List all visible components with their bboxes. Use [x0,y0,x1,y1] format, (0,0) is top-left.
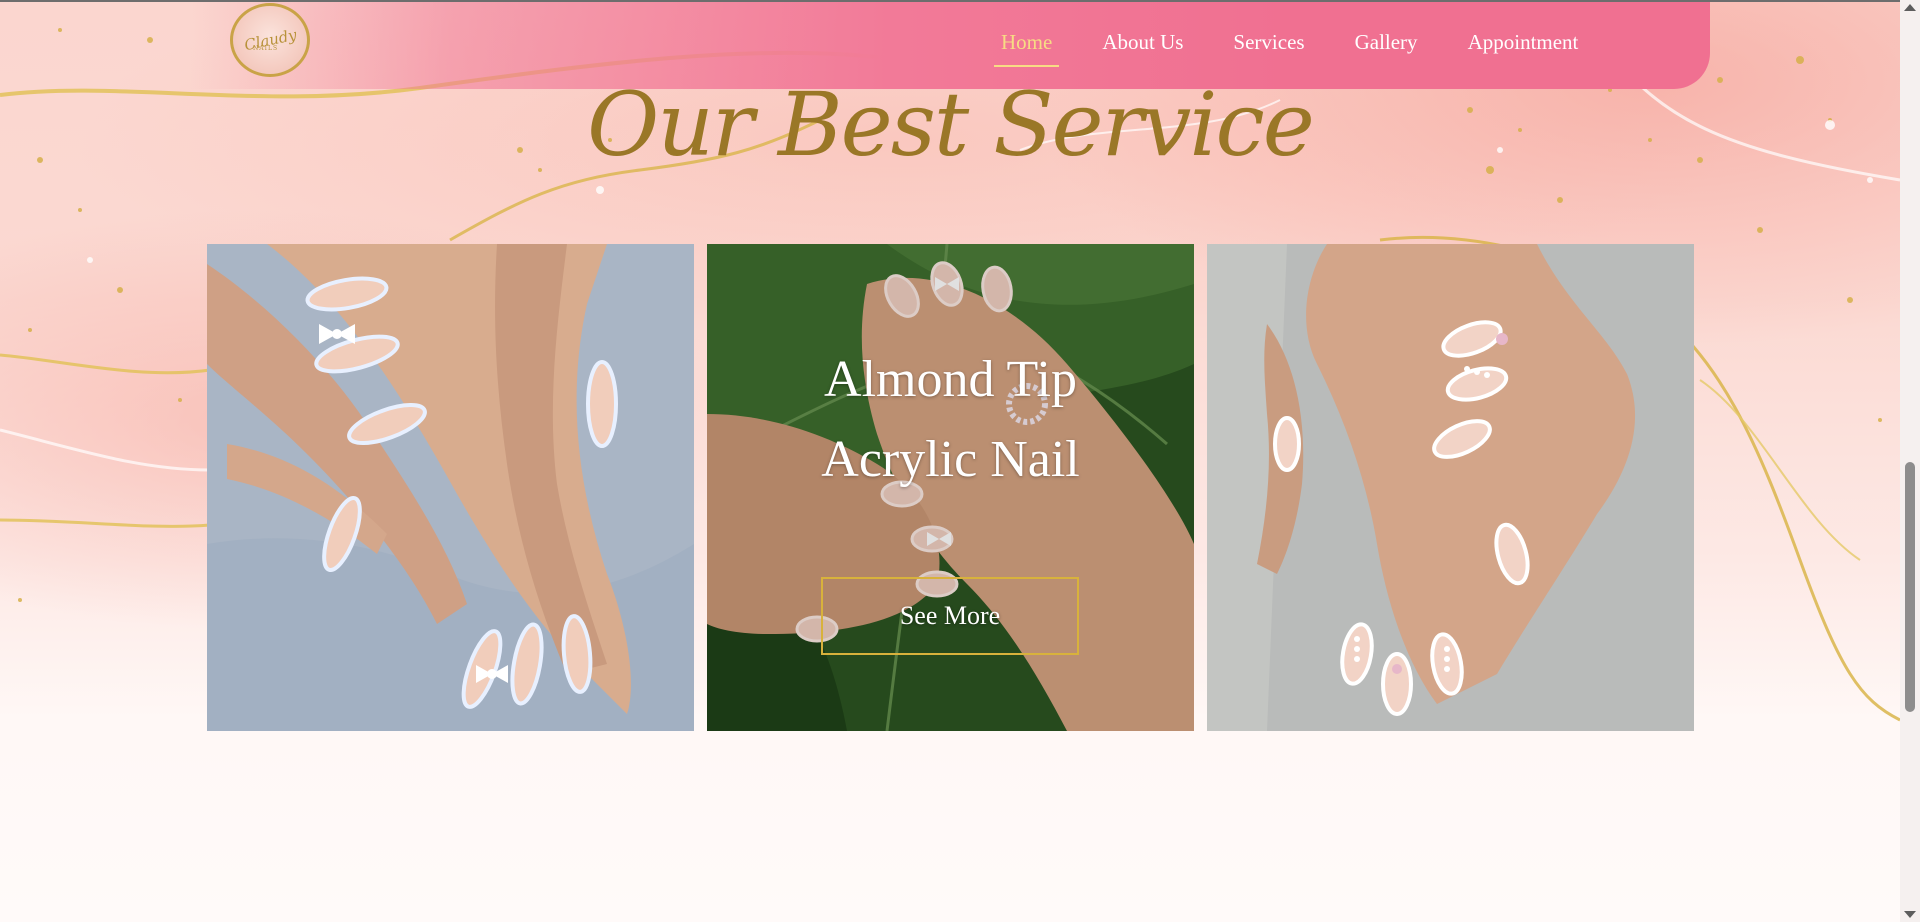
main-nav: Home About Us Services Gallery Appointme… [990,26,1617,67]
page-scrollbar[interactable] [1900,0,1920,922]
scroll-down-arrow-icon[interactable] [1904,911,1916,918]
card-2-title-line-2: Acrylic Nail [821,431,1080,488]
nav-gallery[interactable]: Gallery [1344,26,1429,67]
scroll-up-arrow-icon[interactable] [1904,4,1916,11]
nav-appointment[interactable]: Appointment [1457,26,1590,67]
card-2-title-line-1: Almond Tip [824,351,1077,408]
section-title: Our Best Service [587,73,1315,176]
service-card-3[interactable] [1207,244,1694,731]
nav-services[interactable]: Services [1222,26,1315,67]
see-more-button[interactable]: See More [821,577,1079,655]
scrollbar-thumb[interactable] [1905,462,1915,712]
pearl-french-tip-nails-image [1207,244,1694,731]
nav-about-us[interactable]: About Us [1091,26,1194,67]
brand-logo[interactable]: Claudy NAILS [230,3,310,77]
nav-home[interactable]: Home [990,26,1063,67]
card-2-title: Almond Tip Acrylic Nail [707,340,1194,500]
logo-subtext: NAILS [253,45,279,52]
service-card-2[interactable]: Almond Tip Acrylic Nail See More [707,244,1194,731]
french-tip-bow-nails-image [207,244,694,731]
service-card-1[interactable] [207,244,694,731]
